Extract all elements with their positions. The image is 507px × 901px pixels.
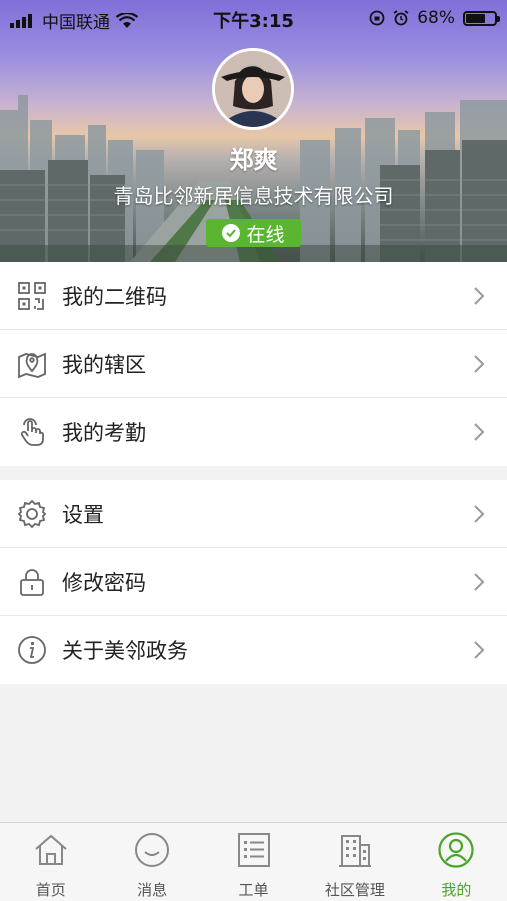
menu-item-label: 我的二维码 [62,284,167,309]
menu-group-profile: 我的二维码 我的辖区 我的考勤 [0,262,507,466]
chevron-right-icon [474,423,485,441]
menu-item-label: 关于美邻政务 [62,639,188,663]
tab-messages[interactable]: 消息 [101,823,202,901]
menu-group-settings: 设置 修改密码 关于美邻政务 [0,480,507,684]
menu-item-change-password[interactable]: 修改密码 [0,548,507,616]
avatar-portrait [215,51,291,127]
tab-label: 首页 [35,881,66,899]
menu-item-my-attendance[interactable]: 我的考勤 [0,398,507,466]
home-icon [35,834,67,865]
lock-icon [20,569,44,596]
avatar[interactable] [212,48,294,130]
user-icon [438,832,474,868]
orientation-lock-icon [369,10,385,26]
chevron-right-icon [474,573,485,591]
chevron-right-icon [474,505,485,523]
menu-item-label: 修改密码 [62,570,146,595]
tab-label: 我的 [441,881,472,899]
status-label: 在线 [246,223,285,246]
tab-community-management[interactable]: 社区管理 [304,823,405,901]
building-icon [338,835,371,867]
menu-item-label: 设置 [62,502,104,527]
profile-header: 中国联通 下午3:15 68% 郑爽 青岛比邻新居信息技术有限公司 在线 [0,0,507,262]
chevron-right-icon [474,355,485,373]
tab-label: 消息 [137,881,168,899]
tab-work-orders[interactable]: 工单 [203,823,304,901]
chevron-right-icon [474,641,485,659]
gear-icon [17,499,47,529]
user-name: 郑爽 [229,146,278,174]
menu-item-about[interactable]: 关于美邻政务 [0,616,507,684]
tab-home[interactable]: 首页 [0,823,101,901]
battery-percent: 68% [417,8,455,28]
company-name: 青岛比邻新居信息技术有限公司 [113,184,394,208]
alarm-icon [393,10,409,26]
qrcode-icon [18,282,46,310]
menu-item-my-qrcode[interactable]: 我的二维码 [0,262,507,330]
check-circle-icon [222,224,241,242]
info-icon [18,636,46,664]
bottom-tab-bar: 首页 消息 工单 社区管理 我的 [0,822,507,901]
message-icon [135,833,170,867]
menu-item-label: 我的考勤 [62,421,146,445]
tab-label: 社区管理 [324,881,385,899]
battery-fill [466,13,486,23]
chevron-right-icon [474,287,485,305]
menu-item-settings[interactable]: 设置 [0,480,507,548]
tap-hand-icon [20,418,44,446]
work-order-icon [237,833,270,867]
menu-item-my-district[interactable]: 我的辖区 [0,330,507,398]
tab-mine[interactable]: 我的 [406,823,507,901]
map-pin-icon [18,352,46,379]
status-badge: 在线 [206,219,301,247]
menu-item-label: 我的辖区 [62,352,146,377]
status-right: 68% [369,8,500,28]
tab-label: 工单 [238,881,269,899]
status-bar: 中国联通 下午3:15 68% [0,0,507,36]
battery-icon [463,10,500,26]
